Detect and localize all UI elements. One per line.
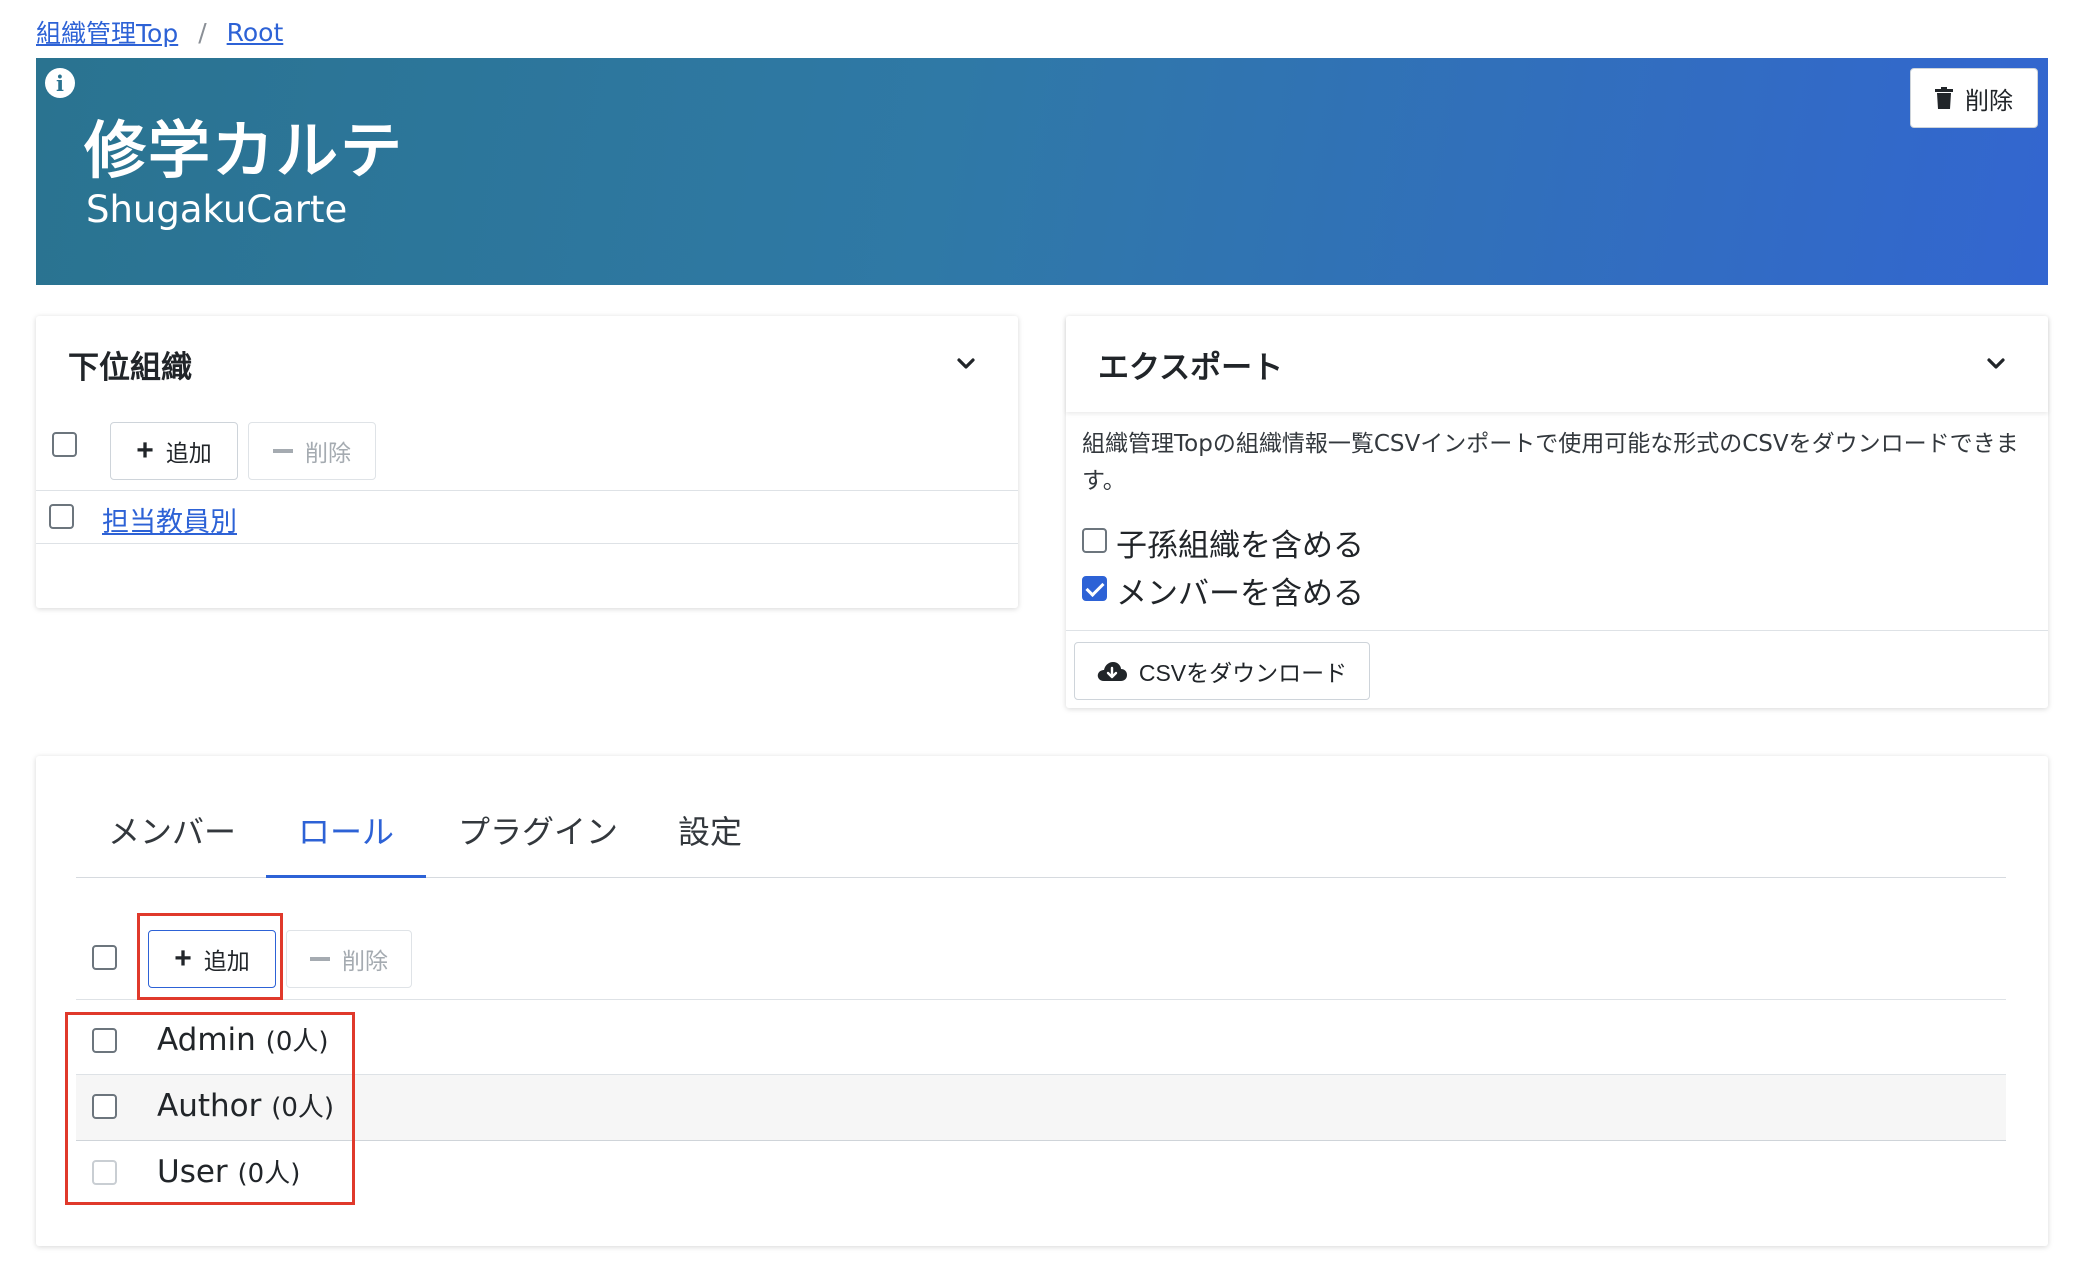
suborg-add-label: 追加 [165, 440, 212, 466]
roles-select-all-checkbox[interactable] [92, 945, 117, 970]
divider [36, 543, 1018, 544]
cloud-download-icon [1097, 662, 1127, 681]
plus-icon: + [136, 434, 154, 467]
chevron-down-icon[interactable] [1986, 354, 2006, 374]
role-delete-button[interactable]: 削除 [286, 930, 412, 988]
page-title: 修学カルテ [84, 114, 405, 187]
breadcrumb-root[interactable]: Root [227, 18, 284, 47]
role-delete-label: 削除 [342, 948, 388, 974]
tab-settings[interactable]: 設定 [678, 807, 742, 853]
include-descendants-checkbox[interactable] [1082, 528, 1107, 553]
tab-plugins[interactable]: プラグイン [458, 807, 618, 853]
table-row [76, 1075, 2006, 1140]
suborg-item-checkbox[interactable] [49, 504, 74, 529]
csv-download-button[interactable]: CSVをダウンロード [1074, 642, 1370, 700]
suborg-delete-label: 削除 [305, 440, 351, 466]
org-header-banner: i 修学カルテ ShugakuCarte 削除 [36, 58, 2048, 285]
suborg-title: 下位組織 [68, 349, 192, 386]
tab-members[interactable]: メンバー [108, 807, 236, 853]
suborg-header[interactable]: 下位組織 [36, 316, 1018, 412]
export-header[interactable]: エクスポート [1066, 316, 2048, 412]
breadcrumb-separator: / [198, 17, 207, 47]
export-title: エクスポート [1098, 349, 1284, 386]
minus-icon [273, 449, 293, 453]
suborg-item-link[interactable]: 担当教員別 [102, 500, 237, 539]
page-subtitle: ShugakuCarte [86, 188, 348, 231]
divider [1066, 630, 2048, 631]
divider [76, 999, 2006, 1000]
breadcrumb-org-top[interactable]: 組織管理Top [36, 14, 178, 50]
include-descendants-label[interactable]: 子孫組織を含める [1116, 520, 1364, 565]
csv-download-label: CSVをダウンロード [1138, 660, 1348, 686]
divider [76, 1140, 2006, 1141]
export-description: 組織管理Topの組織情報一覧CSVインポートで使用可能な形式のCSVをダウンロー… [1082, 431, 2019, 494]
info-icon[interactable]: i [45, 68, 75, 98]
suborg-select-all-checkbox[interactable] [52, 432, 77, 457]
include-members-label[interactable]: メンバーを含める [1116, 568, 1364, 613]
suborg-delete-button[interactable]: 削除 [248, 422, 376, 480]
active-tab-indicator [266, 875, 426, 878]
tab-roles[interactable]: ロール [298, 807, 394, 853]
export-card: エクスポート 組織管理Topの組織情報一覧CSVインポートで使用可能な形式のCS… [1066, 316, 2048, 708]
delete-org-button[interactable]: 削除 [1910, 68, 2038, 128]
divider [36, 490, 1018, 491]
delete-org-label: 削除 [1965, 87, 2013, 115]
highlight-add-button [137, 913, 283, 1000]
suborg-card: 下位組織 + 追加 削除 担当教員別 [36, 316, 1018, 608]
chevron-down-icon[interactable] [956, 354, 976, 374]
trash-icon [1935, 87, 1953, 109]
suborg-add-button[interactable]: + 追加 [110, 422, 238, 480]
minus-icon [310, 957, 330, 961]
include-members-checkbox[interactable] [1082, 576, 1107, 601]
highlight-role-list [65, 1012, 355, 1205]
breadcrumb: 組織管理Top / Root [36, 14, 283, 50]
